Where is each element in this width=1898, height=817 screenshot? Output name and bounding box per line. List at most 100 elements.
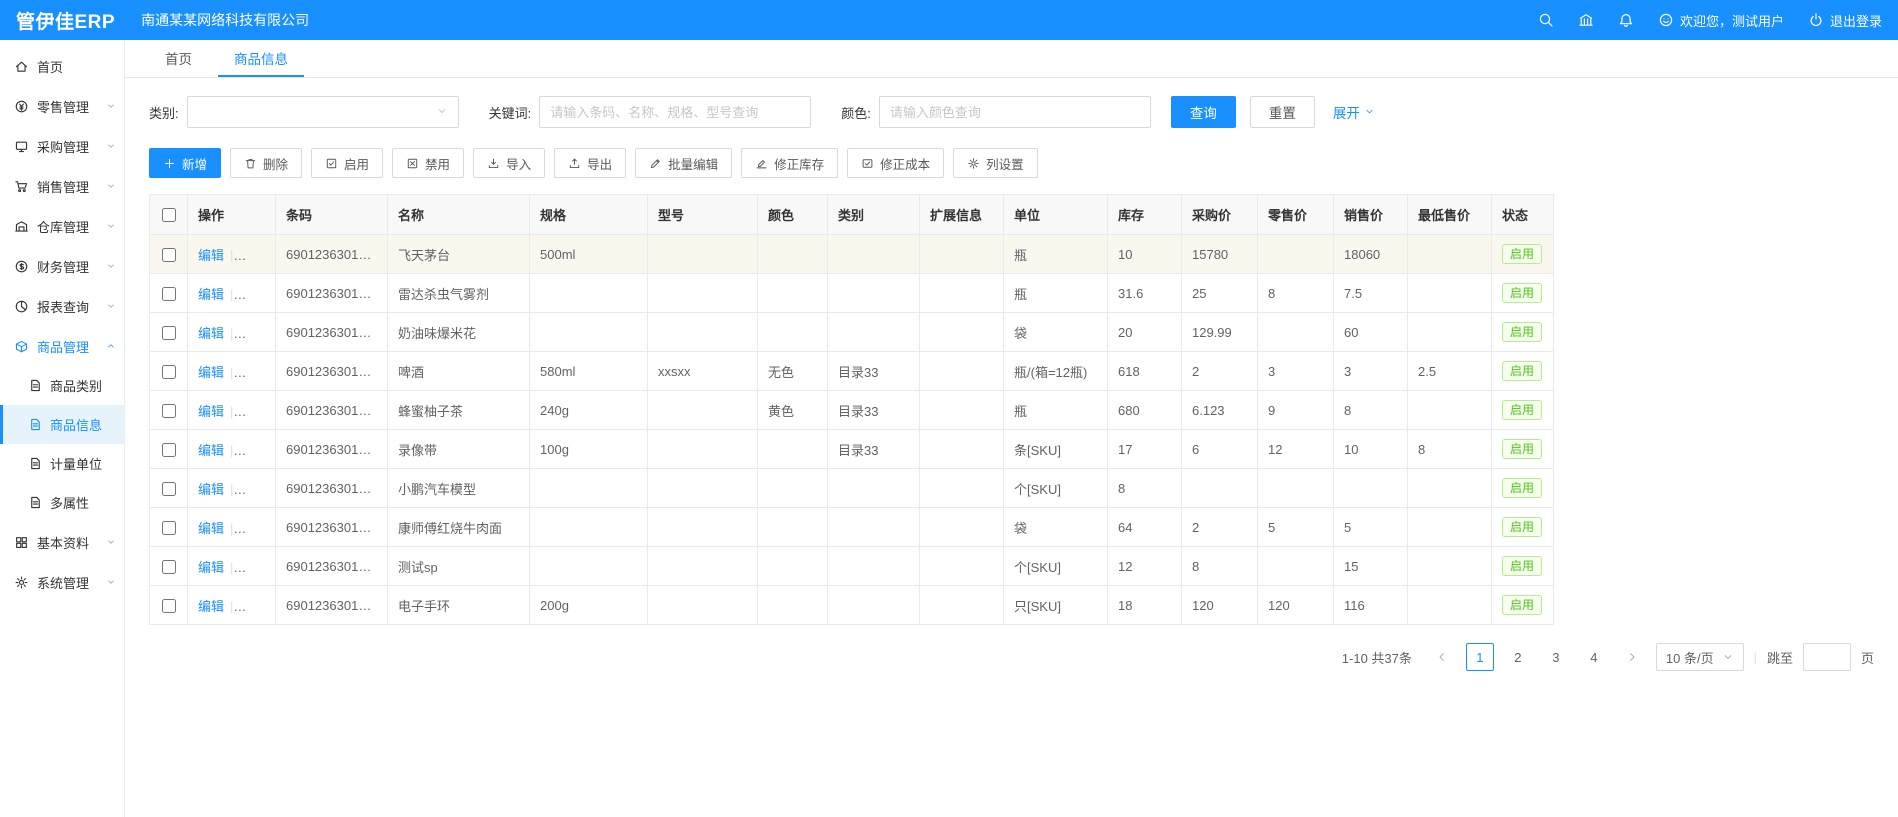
- keyword-input[interactable]: [539, 96, 811, 128]
- sidebar-subitem-7-2[interactable]: 计量单位: [0, 444, 124, 483]
- sidebar-item-0[interactable]: 首页: [0, 46, 124, 86]
- table-row: 编辑|删除6901236301322小鹏汽车模型个[SKU]8启用: [150, 469, 1554, 508]
- table-cell: 6901236301341: [276, 274, 388, 313]
- status-cell: 启用: [1492, 235, 1554, 274]
- edit-link[interactable]: 编辑: [198, 404, 224, 419]
- sidebar-item-9[interactable]: 系统管理: [0, 562, 124, 602]
- store-icon[interactable]: [1578, 12, 1594, 28]
- table-cell: [920, 469, 1004, 508]
- sidebar-subitem-7-0[interactable]: 商品类别: [0, 366, 124, 405]
- table-cell: 100g: [530, 430, 648, 469]
- search-button[interactable]: 查询: [1171, 96, 1236, 128]
- edit-link[interactable]: 编辑: [198, 443, 224, 458]
- toolbar-button-7[interactable]: 修正库存: [741, 148, 838, 178]
- table-cell: 2: [1182, 508, 1258, 547]
- table-cell: [828, 235, 920, 274]
- action-divider: |: [230, 482, 233, 497]
- table-cell: 6901236301331: [276, 430, 388, 469]
- sidebar-item-3[interactable]: 销售管理: [0, 166, 124, 206]
- user-menu[interactable]: 欢迎您，测试用户: [1658, 11, 1784, 30]
- table-cell: [1408, 274, 1492, 313]
- edit-link[interactable]: 编辑: [198, 560, 224, 575]
- sidebar-item-4[interactable]: 仓库管理: [0, 206, 124, 246]
- edit-link[interactable]: 编辑: [198, 599, 224, 614]
- sidebar-item-2[interactable]: 采购管理: [0, 126, 124, 166]
- page-number-1[interactable]: 1: [1466, 643, 1494, 671]
- table-cell: [1408, 547, 1492, 586]
- table-cell: 6901236301340: [276, 313, 388, 352]
- row-checkbox[interactable]: [162, 326, 176, 340]
- table-cell: [530, 274, 648, 313]
- action-divider: |: [230, 287, 233, 302]
- next-page-button[interactable]: [1618, 643, 1646, 671]
- edit-link[interactable]: 编辑: [198, 326, 224, 341]
- row-checkbox[interactable]: [162, 248, 176, 262]
- row-checkbox[interactable]: [162, 287, 176, 301]
- welcome-text: 欢迎您，测试用户: [1680, 11, 1784, 30]
- tab-0[interactable]: 首页: [149, 40, 208, 77]
- edit-link[interactable]: 编辑: [198, 365, 224, 380]
- toolbar-button-4[interactable]: 导入: [473, 148, 545, 178]
- page-number-4[interactable]: 4: [1580, 643, 1608, 671]
- row-checkbox[interactable]: [162, 443, 176, 457]
- sidebar-subitem-7-3[interactable]: 多属性: [0, 483, 124, 522]
- power-icon: [1808, 12, 1824, 28]
- page-number-3[interactable]: 3: [1542, 643, 1570, 671]
- column-header-8: 单位: [1004, 195, 1108, 235]
- status-badge: 启用: [1502, 556, 1542, 576]
- toolbar-button-3[interactable]: 禁用: [392, 148, 464, 178]
- toolbar-button-6[interactable]: 批量编辑: [635, 148, 732, 178]
- table-cell: [1408, 313, 1492, 352]
- expand-link[interactable]: 展开: [1333, 102, 1375, 122]
- table-cell: [1408, 391, 1492, 430]
- row-checkbox[interactable]: [162, 482, 176, 496]
- bell-icon[interactable]: [1618, 12, 1634, 28]
- prev-page-button[interactable]: [1428, 643, 1456, 671]
- reset-button[interactable]: 重置: [1250, 96, 1315, 128]
- logout-button[interactable]: 退出登录: [1808, 11, 1882, 30]
- page-size-select[interactable]: 10 条/页: [1656, 643, 1744, 671]
- page-number-2[interactable]: 2: [1504, 643, 1532, 671]
- table-cell: [1334, 469, 1408, 508]
- table-cell: [648, 547, 758, 586]
- sidebar-item-5[interactable]: 财务管理: [0, 246, 124, 286]
- row-checkbox[interactable]: [162, 365, 176, 379]
- sidebar-item-6[interactable]: 报表查询: [0, 286, 124, 326]
- color-input[interactable]: [879, 96, 1151, 128]
- chev-down-icon: [106, 101, 116, 111]
- toolbar-button-8[interactable]: 修正成本: [847, 148, 944, 178]
- toolbar-button-5[interactable]: 导出: [554, 148, 626, 178]
- table-cell: [1408, 235, 1492, 274]
- search-icon[interactable]: [1538, 12, 1554, 28]
- tab-1[interactable]: 商品信息: [218, 40, 304, 77]
- select-all-checkbox[interactable]: [162, 208, 176, 222]
- sidebar-item-8[interactable]: 基本资料: [0, 522, 124, 562]
- table-cell: 31.6: [1108, 274, 1182, 313]
- chev-down-icon: [106, 181, 116, 191]
- sidebar-subitem-7-1[interactable]: 商品信息: [0, 405, 124, 444]
- table-cell: 目录33: [828, 352, 920, 391]
- toolbar-button-1[interactable]: 删除: [230, 148, 302, 178]
- table-cell: 64: [1108, 508, 1182, 547]
- chev-left-icon: [1436, 651, 1448, 663]
- edit-link[interactable]: 编辑: [198, 521, 224, 536]
- edit-link[interactable]: 编辑: [198, 287, 224, 302]
- toolbar-button-2[interactable]: 启用: [311, 148, 383, 178]
- action-toolbar: 新增删除启用禁用导入导出批量编辑修正库存修正成本列设置: [149, 148, 1874, 178]
- row-checkbox[interactable]: [162, 521, 176, 535]
- category-select[interactable]: [187, 96, 459, 128]
- edit-link[interactable]: 编辑: [198, 248, 224, 263]
- row-checkbox[interactable]: [162, 560, 176, 574]
- toolbar-button-0[interactable]: 新增: [149, 148, 221, 178]
- toolbar-button-9[interactable]: 列设置: [953, 148, 1038, 178]
- sidebar-item-1[interactable]: 零售管理: [0, 86, 124, 126]
- jump-page-input[interactable]: [1803, 643, 1851, 671]
- table-cell: [920, 274, 1004, 313]
- row-checkbox[interactable]: [162, 599, 176, 613]
- table-cell: [828, 469, 920, 508]
- action-divider: |: [230, 365, 233, 380]
- table-cell: 蜂蜜柚子茶: [388, 391, 530, 430]
- sidebar-item-7[interactable]: 商品管理: [0, 326, 124, 366]
- row-checkbox[interactable]: [162, 404, 176, 418]
- edit-link[interactable]: 编辑: [198, 482, 224, 497]
